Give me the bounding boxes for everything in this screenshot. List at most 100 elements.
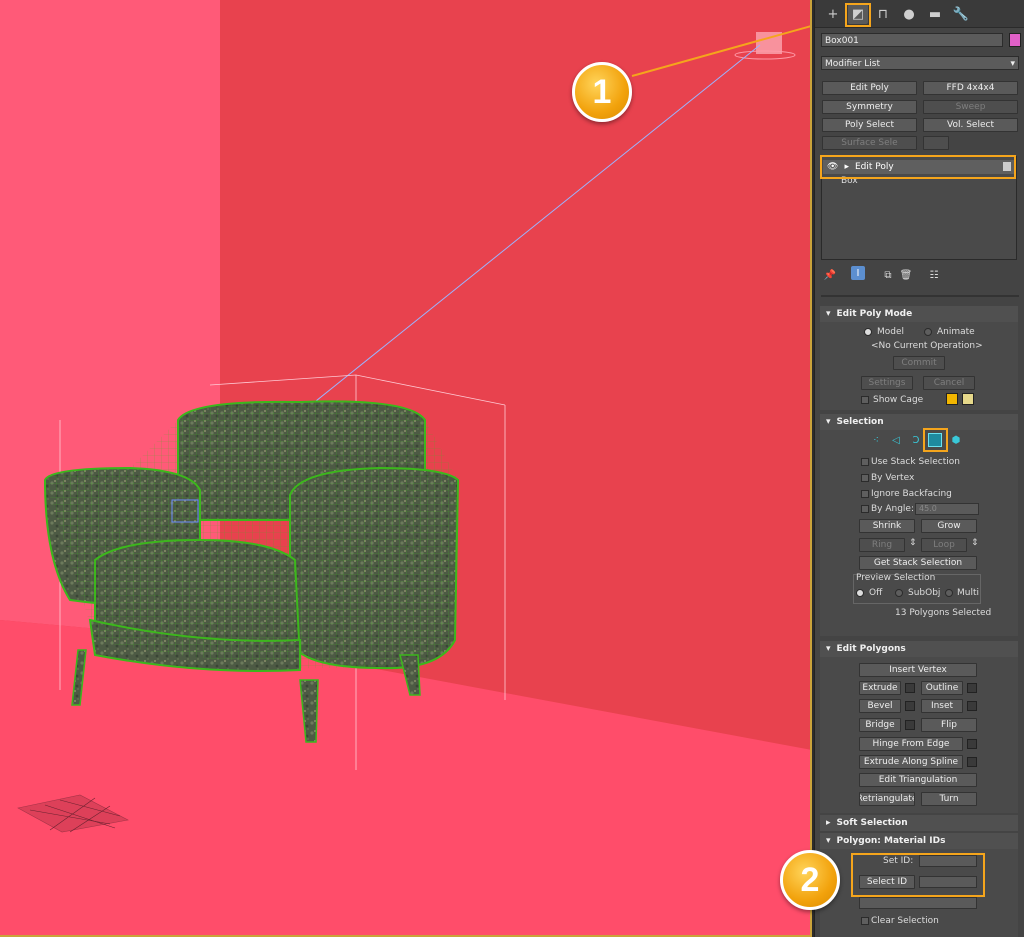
object-name-field[interactable]: Box001: [821, 33, 1003, 47]
animate-label: Animate: [937, 327, 975, 337]
eye-icon[interactable]: 👁: [827, 162, 838, 172]
select-id-button[interactable]: Select ID: [859, 875, 915, 889]
edit-poly-button[interactable]: Edit Poly: [822, 81, 917, 95]
expand-arrow-icon: ▸: [826, 818, 831, 828]
bridge-button[interactable]: Bridge: [859, 718, 901, 732]
select-id-spinner[interactable]: [919, 876, 977, 888]
show-end-result-icon[interactable]: I: [851, 266, 865, 280]
configure-sets-icon[interactable]: ☷: [927, 268, 941, 282]
use-stack-selection-label: Use Stack Selection: [871, 457, 960, 467]
collapse-arrow-icon: ▾: [826, 644, 831, 654]
display-tab-icon[interactable]: ▬: [925, 4, 945, 24]
ring-button[interactable]: Ring: [859, 538, 905, 552]
bevel-settings-icon[interactable]: [905, 701, 915, 711]
hierarchy-tab-icon[interactable]: ⊓: [873, 4, 893, 24]
extrude-button[interactable]: Extrude: [859, 681, 901, 695]
create-tab-icon[interactable]: +: [823, 4, 843, 24]
animate-radio[interactable]: [924, 328, 932, 336]
preview-subobj-radio[interactable]: [895, 589, 903, 597]
set-id-label: Set ID:: [883, 856, 914, 866]
rollout-title: Edit Polygons: [836, 644, 906, 654]
ignore-backfacing-checkbox[interactable]: [861, 490, 869, 498]
empty-modifier-button[interactable]: [923, 136, 949, 150]
inset-button[interactable]: Inset: [921, 699, 963, 713]
operation-status: <No Current Operation>: [871, 341, 983, 351]
show-cage-checkbox[interactable]: [861, 396, 869, 404]
grow-button[interactable]: Grow: [921, 519, 977, 533]
material-name-dropdown[interactable]: [859, 897, 977, 909]
modifier-list-dropdown[interactable]: Modifier List ▾: [821, 56, 1019, 70]
selection-rollout-header[interactable]: ▾ Selection: [820, 414, 1018, 430]
inset-settings-icon[interactable]: [967, 701, 977, 711]
stack-item-edit-poly[interactable]: 👁 ▸ Edit Poly: [823, 160, 1015, 174]
outline-button[interactable]: Outline: [921, 681, 963, 695]
stack-item-box[interactable]: Box: [823, 174, 1015, 188]
ffd-button[interactable]: FFD 4x4x4: [923, 81, 1018, 95]
hinge-from-edge-button[interactable]: Hinge From Edge: [859, 737, 963, 751]
cancel-button[interactable]: Cancel: [923, 376, 975, 390]
retriangulate-button[interactable]: Retriangulate: [859, 792, 915, 806]
hinge-settings-icon[interactable]: [967, 739, 977, 749]
remove-modifier-icon[interactable]: 🗑: [899, 268, 913, 282]
command-panel: + ◩ ⊓ ● ▬ 🔧 Box001 Modifier List ▾ Edit …: [814, 0, 1024, 937]
perspective-viewport[interactable]: [0, 0, 812, 937]
insert-vertex-button[interactable]: Insert Vertex: [859, 663, 977, 677]
turn-button[interactable]: Turn: [921, 792, 977, 806]
ring-spinner-icon[interactable]: ⇕: [909, 538, 917, 548]
by-vertex-label: By Vertex: [871, 473, 915, 483]
poly-select-button[interactable]: Poly Select: [822, 118, 917, 132]
pin-stack-icon[interactable]: 📌: [823, 268, 837, 282]
by-angle-checkbox[interactable]: [861, 505, 869, 513]
extrude-along-spline-button[interactable]: Extrude Along Spline: [859, 755, 963, 769]
commit-button[interactable]: Commit: [893, 356, 945, 370]
outline-settings-icon[interactable]: [967, 683, 977, 693]
extrude-spline-settings-icon[interactable]: [967, 757, 977, 767]
rollout-title: Polygon: Material IDs: [836, 836, 946, 846]
cage-color-swatch[interactable]: [946, 393, 958, 405]
sweep-button[interactable]: Sweep: [923, 100, 1018, 114]
symmetry-button[interactable]: Symmetry: [822, 100, 917, 114]
element-mode-icon[interactable]: ⬢: [949, 433, 963, 447]
object-color-swatch[interactable]: [1009, 33, 1021, 47]
expand-arrow-icon[interactable]: ▸: [844, 162, 849, 172]
edit-polygons-rollout-header[interactable]: ▾ Edit Polygons: [820, 641, 1018, 657]
polygon-mode-icon[interactable]: [928, 433, 942, 447]
make-unique-icon[interactable]: ⧉: [881, 268, 895, 282]
material-ids-rollout-header[interactable]: ▾ Polygon: Material IDs: [820, 833, 1018, 849]
by-angle-spinner[interactable]: 45.0: [915, 503, 979, 515]
surface-select-button[interactable]: Surface Sele: [822, 136, 917, 150]
clear-selection-checkbox[interactable]: [861, 917, 869, 925]
get-stack-selection-button[interactable]: Get Stack Selection: [859, 556, 977, 570]
edit-poly-mode-rollout-header[interactable]: ▾ Edit Poly Mode: [820, 306, 1018, 322]
ignore-backfacing-label: Ignore Backfacing: [871, 489, 952, 499]
callout-badge-2: 2: [780, 850, 840, 910]
loop-button[interactable]: Loop: [921, 538, 967, 552]
modify-tab-icon[interactable]: ◩: [848, 4, 868, 24]
loop-spinner-icon[interactable]: ⇕: [971, 538, 979, 548]
vol-select-button[interactable]: Vol. Select: [923, 118, 1018, 132]
border-mode-icon[interactable]: Ↄ: [909, 433, 923, 447]
use-stack-selection-checkbox[interactable]: [861, 458, 869, 466]
stack-item-toggle-icon[interactable]: [1003, 162, 1011, 171]
flip-button[interactable]: Flip: [921, 718, 977, 732]
bevel-button[interactable]: Bevel: [859, 699, 901, 713]
by-vertex-checkbox[interactable]: [861, 474, 869, 482]
vertex-mode-icon[interactable]: ⁖: [869, 433, 883, 447]
collapse-arrow-icon: ▾: [826, 836, 831, 846]
edit-triangulation-button[interactable]: Edit Triangulation: [859, 773, 977, 787]
motion-tab-icon[interactable]: ●: [899, 4, 919, 24]
settings-button[interactable]: Settings: [861, 376, 913, 390]
shrink-button[interactable]: Shrink: [859, 519, 915, 533]
utilities-tab-icon[interactable]: 🔧: [951, 4, 971, 24]
preview-multi-radio[interactable]: [945, 589, 953, 597]
collapse-arrow-icon: ▾: [826, 309, 831, 319]
set-id-spinner[interactable]: [919, 855, 977, 867]
soft-selection-rollout-header[interactable]: ▸ Soft Selection: [820, 815, 1018, 831]
cage-selected-color-swatch[interactable]: [962, 393, 974, 405]
bridge-settings-icon[interactable]: [905, 720, 915, 730]
model-radio[interactable]: [864, 328, 872, 336]
callout-badge-1: 1: [572, 62, 632, 122]
edge-mode-icon[interactable]: ◁: [889, 433, 903, 447]
preview-off-radio[interactable]: [856, 589, 864, 597]
extrude-settings-icon[interactable]: [905, 683, 915, 693]
